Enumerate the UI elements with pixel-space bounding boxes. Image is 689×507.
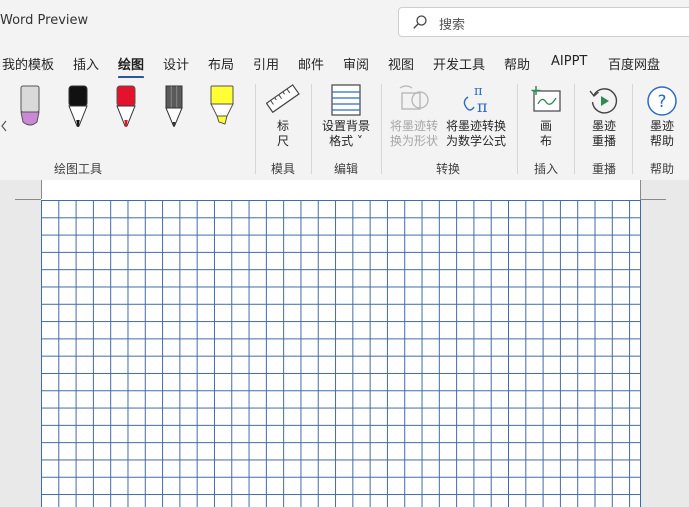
- help-icon[interactable]: ?: [646, 85, 678, 121]
- ruler-button[interactable]: 标 尺: [277, 119, 289, 149]
- margin-marker: [640, 180, 641, 199]
- ink-to-math-icon[interactable]: π π: [460, 83, 494, 121]
- ink-to-shape-button: 将墨迹转 换为形状: [389, 119, 439, 148]
- tab-my-templates[interactable]: 我的模板: [2, 54, 54, 73]
- black-pen-icon[interactable]: [66, 84, 90, 134]
- ruler-icon[interactable]: [265, 82, 300, 120]
- group-label-replay: 重播: [591, 162, 617, 176]
- app-title: Word Preview: [0, 13, 89, 28]
- group-separator: [517, 84, 518, 174]
- ink-to-shape-icon: [398, 84, 432, 120]
- eraser-pen-icon[interactable]: [18, 84, 42, 134]
- tab-view[interactable]: 视图: [388, 54, 414, 73]
- search-placeholder: 搜索: [439, 18, 466, 33]
- group-separator: [574, 84, 575, 174]
- group-label-convert: 转换: [435, 162, 461, 176]
- red-pen-icon[interactable]: [114, 84, 138, 134]
- group-separator: [381, 84, 382, 174]
- title-bar: Word Preview 搜索: [0, 0, 689, 44]
- tab-insert[interactable]: 插入: [73, 54, 99, 73]
- pencil-icon[interactable]: [162, 84, 186, 134]
- tab-draw[interactable]: 绘图: [118, 54, 145, 79]
- group-label-stencils: 模具: [270, 162, 296, 176]
- tab-developer[interactable]: 开发工具: [433, 54, 485, 73]
- svg-text:π: π: [477, 97, 488, 116]
- tab-references[interactable]: 引用: [253, 54, 279, 73]
- tab-review[interactable]: 审阅: [343, 54, 369, 73]
- margin-marker: [41, 180, 42, 199]
- tab-help[interactable]: 帮助: [504, 54, 530, 73]
- ink-replay-button[interactable]: 墨迹 重播: [592, 119, 616, 149]
- margin-marker: [640, 199, 666, 200]
- group-label-help: 帮助: [649, 162, 675, 176]
- tab-layout[interactable]: 布局: [208, 54, 234, 73]
- background-format-icon[interactable]: [331, 84, 361, 120]
- svg-text:?: ?: [657, 92, 666, 112]
- search-icon: [412, 14, 428, 30]
- tab-baidu-netdisk[interactable]: 百度网盘: [608, 54, 660, 73]
- ribbon-tabs: 我的模板 插入 绘图 设计 布局 引用 邮件 审阅 视图 开发工具 帮助 AIP…: [0, 44, 689, 79]
- gridline-canvas[interactable]: [41, 200, 641, 507]
- scroll-left-icon[interactable]: [0, 118, 8, 137]
- group-label-drawing-tools: 绘图工具: [53, 162, 103, 176]
- group-separator: [311, 84, 312, 174]
- group-separator: [255, 84, 256, 174]
- ink-replay-icon[interactable]: [588, 85, 620, 121]
- group-separator: [632, 84, 633, 174]
- background-format-button[interactable]: 设置背景 格式 ˅: [322, 119, 370, 149]
- tab-aippt[interactable]: AIPPT: [551, 54, 587, 69]
- ink-help-button[interactable]: 墨迹 帮助: [650, 119, 674, 149]
- canvas-button[interactable]: 画 布: [540, 119, 552, 149]
- margin-marker: [15, 199, 41, 200]
- ink-to-math-button[interactable]: 将墨迹转换 为数学公式: [446, 119, 506, 149]
- group-label-insert: 插入: [533, 162, 559, 176]
- search-box[interactable]: 搜索: [398, 7, 689, 37]
- canvas-icon[interactable]: [531, 86, 561, 118]
- group-label-edit: 编辑: [333, 162, 359, 176]
- highlighter-icon[interactable]: [208, 84, 236, 134]
- tab-design[interactable]: 设计: [163, 54, 189, 73]
- ribbon: 绘图工具 标 尺 模具 设置背景 格式 ˅ 编辑 将墨迹转 换为形状 π π 将…: [0, 78, 689, 181]
- tab-mailings[interactable]: 邮件: [298, 54, 324, 73]
